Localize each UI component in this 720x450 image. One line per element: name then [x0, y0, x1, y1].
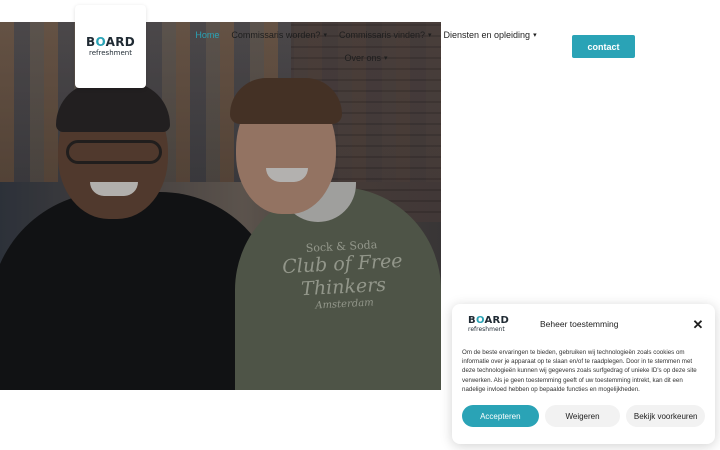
nav-item-home[interactable]: Home — [195, 30, 219, 40]
consent-logo-subtitle: refreshment — [468, 325, 505, 333]
chevron-down-icon: ▾ — [427, 32, 432, 39]
nav-row-1: Home Commissaris worden? ▾ Commissaris v… — [186, 26, 546, 44]
consent-header: BOARD refreshment Beheer toestemming ✕ — [462, 314, 705, 334]
consent-actions: Accepteren Weigeren Bekijk voorkeuren — [462, 405, 705, 428]
contact-button[interactable]: contact — [572, 35, 635, 58]
logo-accent-letter: O — [475, 314, 485, 326]
logo-word-text: BOARD — [85, 35, 136, 49]
consent-logo-word: BOARD — [468, 314, 510, 326]
consent-body-text: Om de beste ervaringen te bieden, gebrui… — [462, 349, 697, 393]
nav-item-diensten-en-opleiding[interactable]: Diensten en opleiding ▾ — [444, 30, 537, 40]
nav-item-label: Commissaris worden? — [231, 30, 321, 40]
nav-item-over-ons[interactable]: Over ons ▾ — [344, 53, 387, 63]
logo-accent-letter: O — [95, 35, 106, 49]
view-preferences-button[interactable]: Bekijk voorkeuren — [626, 405, 705, 428]
logo-subtitle: refreshment — [89, 49, 132, 57]
chevron-down-icon: ▾ — [384, 55, 388, 62]
chevron-down-icon: ▾ — [533, 32, 537, 39]
main-navigation: Home Commissaris worden? ▾ Commissaris v… — [186, 26, 546, 67]
nav-row-2: Over ons ▾ — [186, 49, 546, 67]
photo-overlay — [0, 22, 441, 390]
nav-item-commissaris-vinden[interactable]: Commissaris vinden? ▾ — [339, 30, 432, 40]
cookie-consent-dialog: BOARD refreshment Beheer toestemming ✕ O… — [452, 304, 715, 444]
site-logo[interactable]: BOARD refreshment — [75, 5, 146, 88]
nav-item-label: Home — [195, 30, 220, 40]
logo-word: BOARD — [86, 36, 135, 48]
deny-button[interactable]: Weigeren — [544, 405, 621, 428]
nav-item-label: Diensten en opleiding — [443, 30, 531, 40]
hero-photo: Sock & Soda Club of Free Thinkers Amster… — [0, 22, 441, 390]
accept-button[interactable]: Accepteren — [462, 405, 539, 428]
consent-logo: BOARD refreshment — [462, 314, 528, 333]
page: Sock & Soda Club of Free Thinkers Amster… — [0, 0, 720, 450]
nav-item-label: Commissaris vinden? — [338, 30, 425, 40]
nav-item-label: Over ons — [344, 53, 381, 63]
nav-item-commissaris-worden[interactable]: Commissaris worden? ▾ — [231, 30, 327, 40]
chevron-down-icon: ▾ — [323, 32, 327, 39]
consent-title: Beheer toestemming — [540, 319, 619, 329]
close-icon[interactable]: ✕ — [691, 318, 705, 331]
